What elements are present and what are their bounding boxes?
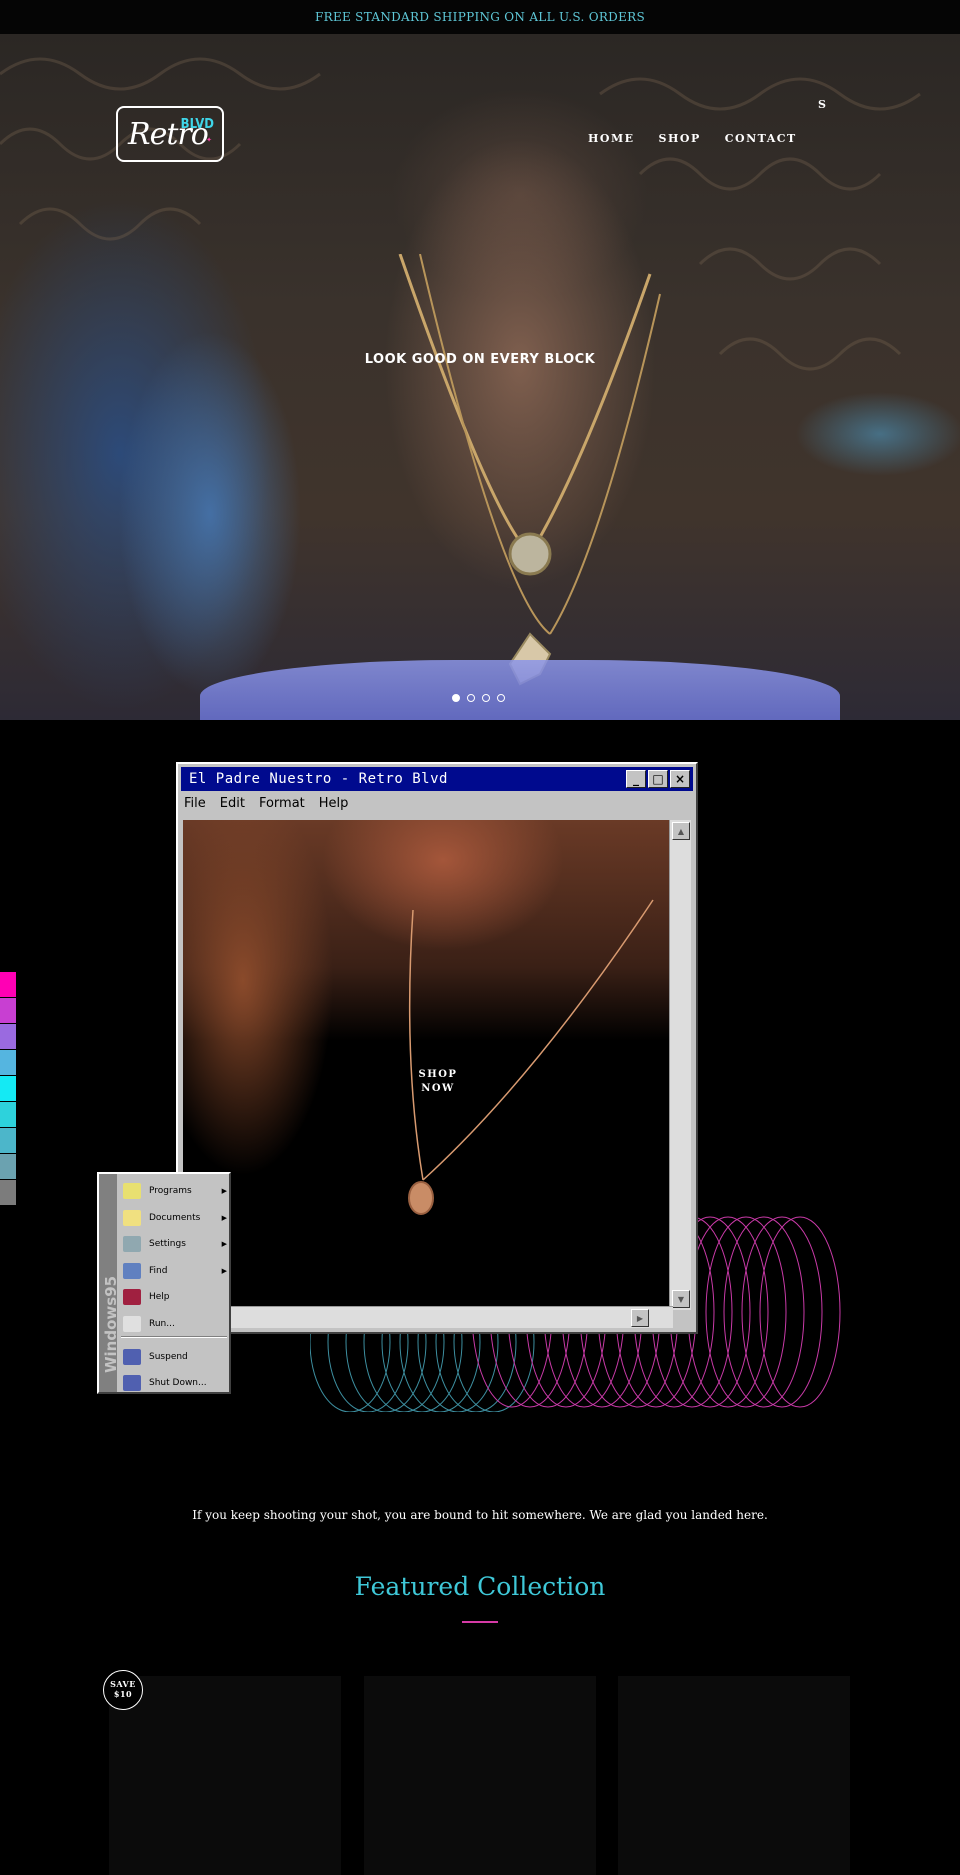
announcement-bar: FREE STANDARD SHIPPING ON ALL U.S. ORDER… (0, 0, 960, 34)
settings-icon (123, 1236, 141, 1252)
save-badge-amount: $10 (113, 1689, 133, 1699)
menu-edit[interactable]: Edit (220, 796, 245, 811)
shutdown-icon (123, 1375, 141, 1391)
menu-file[interactable]: File (184, 796, 206, 811)
featured-collection-title: Featured Collection (354, 1572, 606, 1601)
announcement-text: FREE STANDARD SHIPPING ON ALL U.S. ORDER… (314, 10, 646, 24)
palette-swatch (0, 1024, 16, 1049)
product-card[interactable] (109, 1676, 341, 1875)
ring-shape (723, 1216, 805, 1408)
slide-dot-2[interactable] (467, 694, 475, 702)
find-icon (123, 1262, 141, 1279)
start-menu-item[interactable]: Programs ▶ (123, 1180, 229, 1202)
palette-swatch (0, 1076, 16, 1101)
palette-swatch (0, 1050, 16, 1075)
ring-shape (741, 1216, 823, 1408)
start-menu: Windows95 Programs ▶ Documents ▶ Settings ▶ Fi… (97, 1172, 231, 1394)
title-underline (462, 1621, 498, 1623)
minimize-icon[interactable]: _ (626, 770, 646, 788)
run-icon (123, 1315, 141, 1332)
horizontal-scrollbar[interactable]: ▶ (183, 1306, 673, 1328)
color-palette-strip (0, 972, 16, 1206)
window-title-bar[interactable]: El Padre Nuestro - Retro Blvd (181, 767, 693, 791)
palette-swatch (0, 1102, 16, 1127)
start-menu-separator (121, 1336, 227, 1338)
logo-blvd-text: BLVD (180, 117, 214, 132)
logo-star-icon: ✦ (206, 136, 212, 144)
hero-slideshow[interactable]: Retro BLVD ✦ HOME SHOP CONTACT S LOOK GO… (0, 34, 960, 720)
slideshow-dots (452, 694, 505, 702)
start-menu-item[interactable]: Help (123, 1286, 229, 1308)
window-product-image[interactable]: SHOP NOW (183, 820, 673, 1310)
start-menu-sidebar: Windows95 (99, 1174, 120, 1392)
start-menu-item-label: Programs (149, 1186, 192, 1196)
palette-swatch (0, 1180, 16, 1205)
scroll-right-icon[interactable]: ▶ (631, 1309, 649, 1327)
submenu-arrow-icon: ▶ (221, 1266, 227, 1275)
start-menu-item-label: Documents (149, 1212, 201, 1223)
ring-shape (705, 1216, 787, 1408)
slide-dot-3[interactable] (482, 694, 490, 702)
submenu-arrow-icon: ▶ (221, 1213, 227, 1222)
start-menu-item-label: Find (149, 1265, 168, 1276)
palette-swatch (0, 998, 16, 1023)
shop-now-line2: NOW (421, 1083, 455, 1094)
slide-dot-1[interactable] (452, 694, 460, 702)
help-book-icon (123, 1289, 141, 1305)
menu-format[interactable]: Format (259, 796, 305, 811)
start-menu-item-label: Help (149, 1292, 170, 1302)
nav-shop[interactable]: SHOP (659, 132, 701, 145)
close-icon[interactable]: × (670, 770, 690, 788)
site-logo[interactable]: Retro BLVD ✦ (116, 106, 224, 162)
pendant-illustration (408, 899, 654, 1215)
window-title: El Padre Nuestro - Retro Blvd (189, 771, 448, 787)
start-menu-item-label: Shut Down... (149, 1378, 207, 1388)
start-menu-item[interactable]: Find ▶ (123, 1260, 229, 1282)
start-menu-item[interactable]: Shut Down... (123, 1372, 229, 1394)
main-nav: HOME SHOP CONTACT (588, 132, 797, 145)
hero-heading: LOOK GOOD ON EVERY BLOCK (364, 352, 596, 367)
menu-help[interactable]: Help (319, 796, 349, 811)
product-card[interactable] (618, 1676, 850, 1875)
suspend-icon (123, 1349, 141, 1365)
product-card[interactable] (364, 1676, 596, 1875)
scroll-up-icon[interactable]: ▲ (672, 822, 690, 840)
start-menu-item-label: Settings (149, 1239, 186, 1249)
palette-swatch (0, 972, 16, 997)
shop-now-link[interactable]: SHOP NOW (413, 1068, 463, 1096)
submenu-arrow-icon: ▶ (221, 1187, 227, 1195)
start-menu-item[interactable]: Settings ▶ (123, 1233, 229, 1255)
start-menu-item-label: Suspend (149, 1352, 188, 1362)
palette-swatch (0, 1154, 16, 1179)
ring-shape (759, 1216, 841, 1408)
start-menu-brand: Windows95 (102, 1275, 120, 1373)
nav-contact[interactable]: CONTACT (725, 132, 797, 145)
retro-window: El Padre Nuestro - Retro Blvd _ □ × File… (176, 762, 698, 1334)
scroll-down-icon[interactable]: ▼ (672, 1290, 690, 1308)
palette-swatch (0, 1128, 16, 1153)
start-menu-item[interactable]: Documents ▶ (123, 1207, 229, 1229)
search-icon[interactable]: S (818, 98, 826, 111)
window-menu-bar: File Edit Format Help (184, 796, 348, 811)
ring-shape (687, 1216, 769, 1408)
maximize-icon[interactable]: □ (648, 770, 668, 788)
hero-waistband (200, 660, 840, 720)
tagline-text: If you keep shooting your shot, you are … (192, 1508, 768, 1522)
folder-icon (123, 1209, 141, 1226)
necklace-illustration (398, 254, 661, 686)
window-controls: _ □ × (626, 770, 690, 788)
shop-now-line1: SHOP (418, 1069, 458, 1080)
start-menu-item-label: Run... (149, 1318, 175, 1329)
slide-dot-4[interactable] (497, 694, 505, 702)
start-menu-item[interactable]: Suspend (123, 1346, 229, 1368)
submenu-arrow-icon: ▶ (221, 1240, 227, 1248)
programs-icon (123, 1183, 141, 1199)
nav-home[interactable]: HOME (588, 132, 635, 145)
save-badge: SAVE $10 (103, 1670, 143, 1710)
start-menu-item[interactable]: Run... (123, 1313, 229, 1335)
vertical-scrollbar[interactable]: ▲ ▼ (669, 820, 691, 1310)
